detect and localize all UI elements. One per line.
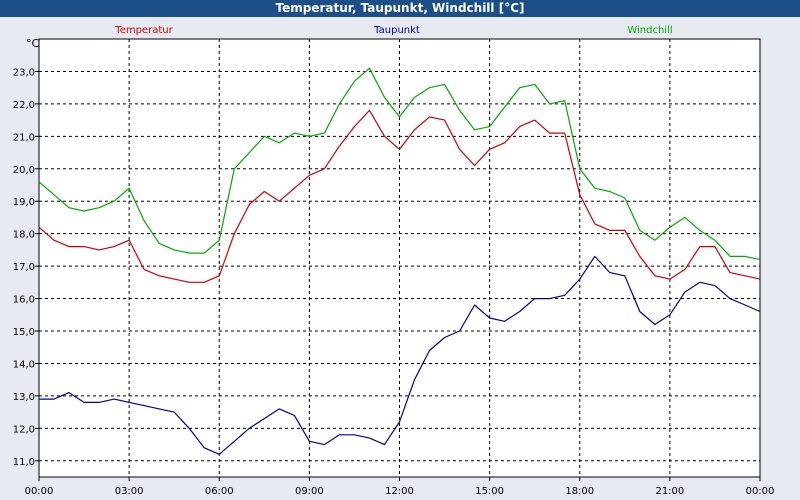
x-tick-time-label: 00:00 [25, 486, 54, 497]
y-tick-label: 11,0 [13, 457, 35, 468]
y-tick-label: 20,0 [13, 165, 35, 176]
y-tick-label: 19,0 [13, 197, 35, 208]
y-axis: 11,0 12,0 13,0 14,0 15,0 16,0 17,0 18,0 19,0 20,0… [13, 67, 39, 468]
chart-window: Temperatur, Taupunkt, Windchill [°C] 11,… [0, 0, 800, 500]
y-tick-label: 15,0 [13, 327, 35, 338]
y-tick-label: 14,0 [13, 359, 35, 370]
x-axis: 00:0026.07.2603:0026.07.2606:0026.07.260… [25, 477, 775, 497]
y-tick-label: 22,0 [13, 100, 35, 111]
y-tick-label: 21,0 [13, 132, 35, 143]
x-tick-time-label: 03:00 [115, 486, 144, 497]
x-tick-time-label: 15:00 [475, 486, 504, 497]
y-tick-label: 18,0 [13, 230, 35, 241]
y-tick-label: 16,0 [13, 295, 35, 306]
line-chart: 11,0 12,0 13,0 14,0 15,0 16,0 17,0 18,0 19,0 20,0… [13, 25, 775, 497]
x-tick-time-label: 06:00 [205, 486, 234, 497]
y-axis-unit-label: °C [26, 37, 40, 50]
x-tick-time-label: 12:00 [385, 486, 414, 497]
y-tick-label: 13,0 [13, 392, 35, 403]
legend-item-taupunkt: Taupunkt [373, 25, 420, 36]
y-tick-label: 12,0 [13, 424, 35, 435]
y-tick-label: 23,0 [13, 67, 35, 78]
x-tick-time-label: 09:00 [295, 486, 324, 497]
x-tick-time-label: 18:00 [565, 486, 594, 497]
legend-item-windchill: Windchill [627, 25, 672, 36]
window-title: Temperatur, Taupunkt, Windchill [°C] [0, 0, 800, 17]
y-tick-label: 17,0 [13, 262, 35, 273]
legend: Temperatur Taupunkt Windchill [114, 25, 672, 36]
legend-item-temperatur: Temperatur [114, 25, 173, 36]
x-tick-time-label: 00:00 [746, 486, 775, 497]
x-tick-time-label: 21:00 [655, 486, 684, 497]
